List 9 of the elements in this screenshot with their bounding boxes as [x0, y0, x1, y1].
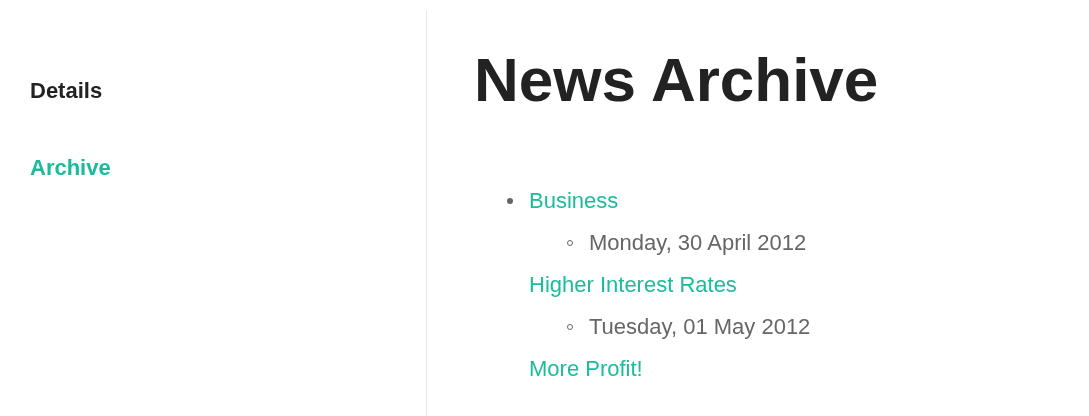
- entry-date: Tuesday, 01 May 2012: [589, 314, 811, 340]
- headline-link[interactable]: Higher Interest Rates: [529, 272, 737, 298]
- bullet-icon: [507, 198, 513, 204]
- sidebar-link[interactable]: Details: [30, 78, 103, 104]
- entry-date: Monday, 30 April 2012: [589, 230, 807, 256]
- headline-link[interactable]: More Profit!: [529, 356, 643, 382]
- page-title: News Archive: [474, 44, 879, 116]
- category-link[interactable]: Business: [529, 188, 619, 214]
- sidebar-link[interactable]: Archive: [30, 155, 111, 181]
